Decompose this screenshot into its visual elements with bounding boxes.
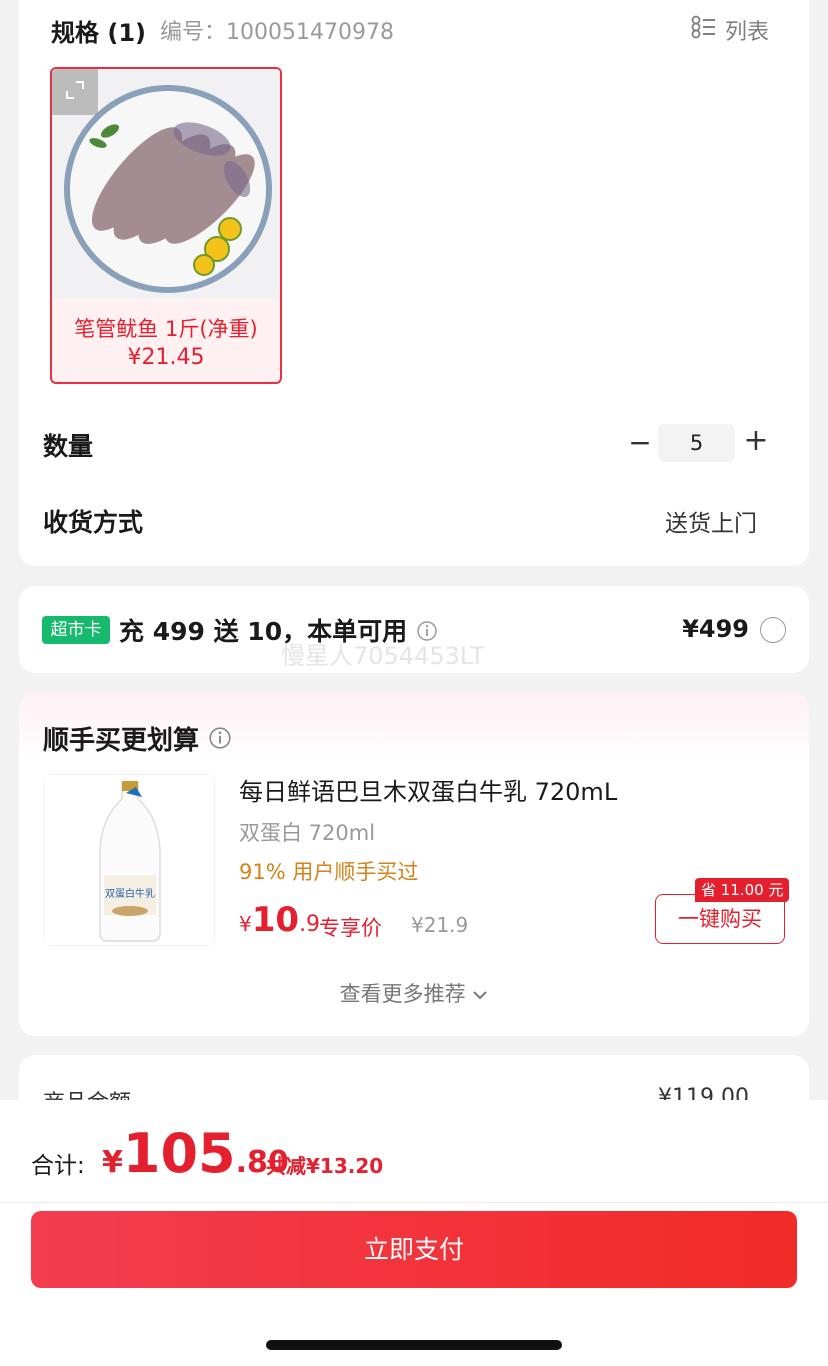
sku-option-selected[interactable]: 笔管鱿鱼 1斤(净重) ¥21.45 xyxy=(50,67,282,384)
svg-text:双蛋白牛乳: 双蛋白牛乳 xyxy=(105,887,155,900)
quantity-input[interactable]: 5 xyxy=(658,424,735,462)
pay-now-button[interactable]: 立即支付 xyxy=(31,1211,797,1288)
recommend-title: 顺手买更划算 xyxy=(43,726,200,756)
quantity-increase-button[interactable]: + xyxy=(741,426,771,456)
total-integer: 105 xyxy=(122,1122,236,1185)
expand-icon xyxy=(64,79,86,105)
promo-radio-button[interactable] xyxy=(760,617,786,643)
chevron-down-icon xyxy=(472,982,488,1006)
squid-product-image xyxy=(52,69,280,299)
original-price: ¥21.9 xyxy=(411,913,469,937)
quantity-decrease-button[interactable]: − xyxy=(625,428,655,458)
price-yen: ¥ xyxy=(239,912,252,936)
checkout-bar: 合计: ¥105.80 共减¥13.20 立即支付 xyxy=(0,1100,828,1366)
total-label: 合计: xyxy=(31,1153,85,1179)
recommend-price: ¥10.9 xyxy=(239,900,320,940)
total-yen: ¥ xyxy=(102,1145,123,1180)
recommend-bought-stat: 91% 用户顺手买过 xyxy=(239,860,419,884)
delivery-method-label: 收货方式 xyxy=(43,508,144,537)
spec-header: 规格 (1) 编号：100051470978 列表 xyxy=(51,10,769,50)
milk-product-image[interactable]: 双蛋白牛乳 xyxy=(43,774,215,946)
total-price: ¥105.80 xyxy=(102,1122,289,1185)
delivery-method-value[interactable]: 送货上门 xyxy=(665,504,757,538)
total-discount[interactable]: 共减¥13.20 xyxy=(266,1150,383,1179)
recommend-product-spec: 双蛋白 720ml xyxy=(239,821,376,845)
sku-price: ¥21.45 xyxy=(127,345,205,370)
price-integer: 10 xyxy=(251,900,300,940)
expand-image-button[interactable] xyxy=(52,69,98,115)
supermarket-card-promo[interactable]: 超市卡 充 499 送 10，本单可用 ¥499 慢星人7054453LT xyxy=(19,586,809,673)
product-code: 编号：100051470978 xyxy=(160,20,394,45)
quantity-label: 数量 xyxy=(43,432,94,461)
sku-name: 笔管鱿鱼 1斤(净重) xyxy=(74,317,258,341)
recommend-product-name[interactable]: 每日鲜语巴旦木双蛋白牛乳 720mL xyxy=(239,772,617,807)
spec-card: 规格 (1) 编号：100051470978 列表 笔管鱿鱼 1斤(净重) ¥2… xyxy=(19,0,809,566)
list-view-toggle[interactable]: 列表 xyxy=(691,14,769,46)
recommend-title-row: 顺手买更划算 xyxy=(43,720,232,757)
exclusive-price-tag: 专享价 xyxy=(319,916,382,940)
watermark: 慢星人7054453LT xyxy=(281,642,485,670)
more-recommendations-label: 查看更多推荐 xyxy=(339,982,466,1006)
list-view-label: 列表 xyxy=(724,20,769,45)
more-recommendations-link[interactable]: 查看更多推荐 xyxy=(19,978,809,1008)
home-indicator xyxy=(266,1340,562,1350)
promo-price: ¥499 xyxy=(682,615,749,643)
info-icon[interactable] xyxy=(208,726,232,757)
spec-title: 规格 (1) xyxy=(51,18,146,47)
list-icon xyxy=(691,15,725,45)
divider xyxy=(0,1202,828,1203)
save-badge: 省 11.00 元 xyxy=(695,878,790,902)
supermarket-card-badge: 超市卡 xyxy=(42,616,110,644)
price-decimal: .9 xyxy=(299,912,321,937)
recommend-card: 顺手买更划算 双蛋白牛乳 每日鲜语巴旦木双蛋白牛乳 720mL 双蛋白 720m… xyxy=(19,692,809,1036)
